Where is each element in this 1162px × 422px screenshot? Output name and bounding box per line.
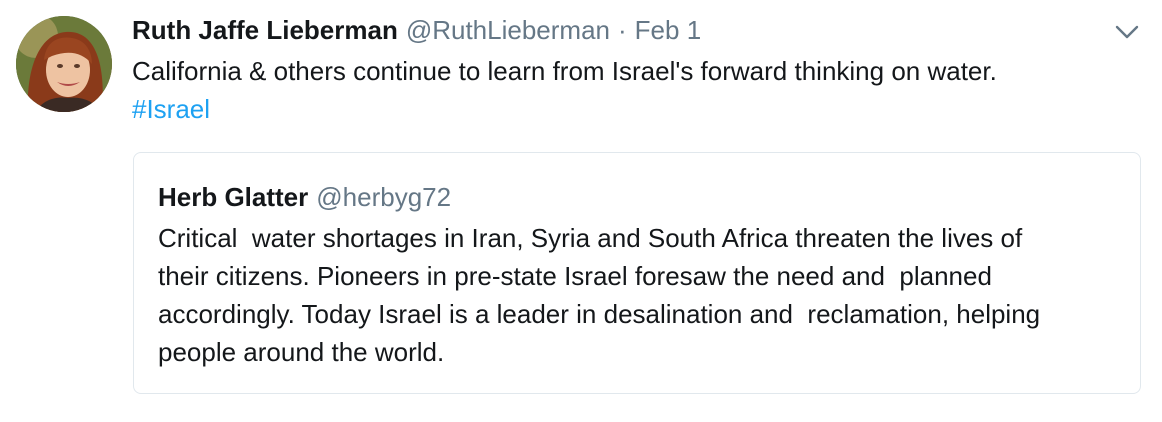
quoted-author-name: Herb Glatter: [158, 182, 309, 212]
quoted-tweet-header: Herb Glatter @herbyg72: [158, 179, 451, 215]
chevron-down-icon[interactable]: [1114, 22, 1140, 42]
tweet: Ruth Jaffe Lieberman @RuthLieberman · Fe…: [0, 0, 1162, 422]
quoted-tweet-text: Critical water shortages in Iran, Syria …: [158, 219, 1128, 371]
quoted-author-handle: @herbyg72: [316, 182, 452, 212]
tweet-header: Ruth Jaffe Lieberman @RuthLieberman · Fe…: [132, 12, 701, 48]
profile-photo-icon: [16, 16, 112, 112]
tweet-text: California & others continue to learn fr…: [132, 52, 1132, 128]
quoted-text-line: accordingly. Today Israel is a leader in…: [158, 299, 1041, 329]
avatar[interactable]: [16, 16, 112, 112]
quoted-text-line: people around the world.: [158, 337, 445, 367]
separator-dot: ·: [618, 15, 627, 45]
quoted-text-line: their citizens. Pioneers in pre-state Is…: [158, 261, 992, 291]
quoted-tweet-card[interactable]: Herb Glatter @herbyg72 Critical water sh…: [133, 152, 1141, 394]
author-name[interactable]: Ruth Jaffe Lieberman: [132, 12, 398, 48]
hashtag-link[interactable]: #Israel: [132, 94, 210, 124]
tweet-date[interactable]: Feb 1: [635, 12, 702, 48]
tweet-text-line: California & others continue to learn fr…: [132, 56, 997, 86]
author-handle[interactable]: @RuthLieberman: [406, 12, 610, 48]
quoted-text-line: Critical water shortages in Iran, Syria …: [158, 223, 1023, 253]
